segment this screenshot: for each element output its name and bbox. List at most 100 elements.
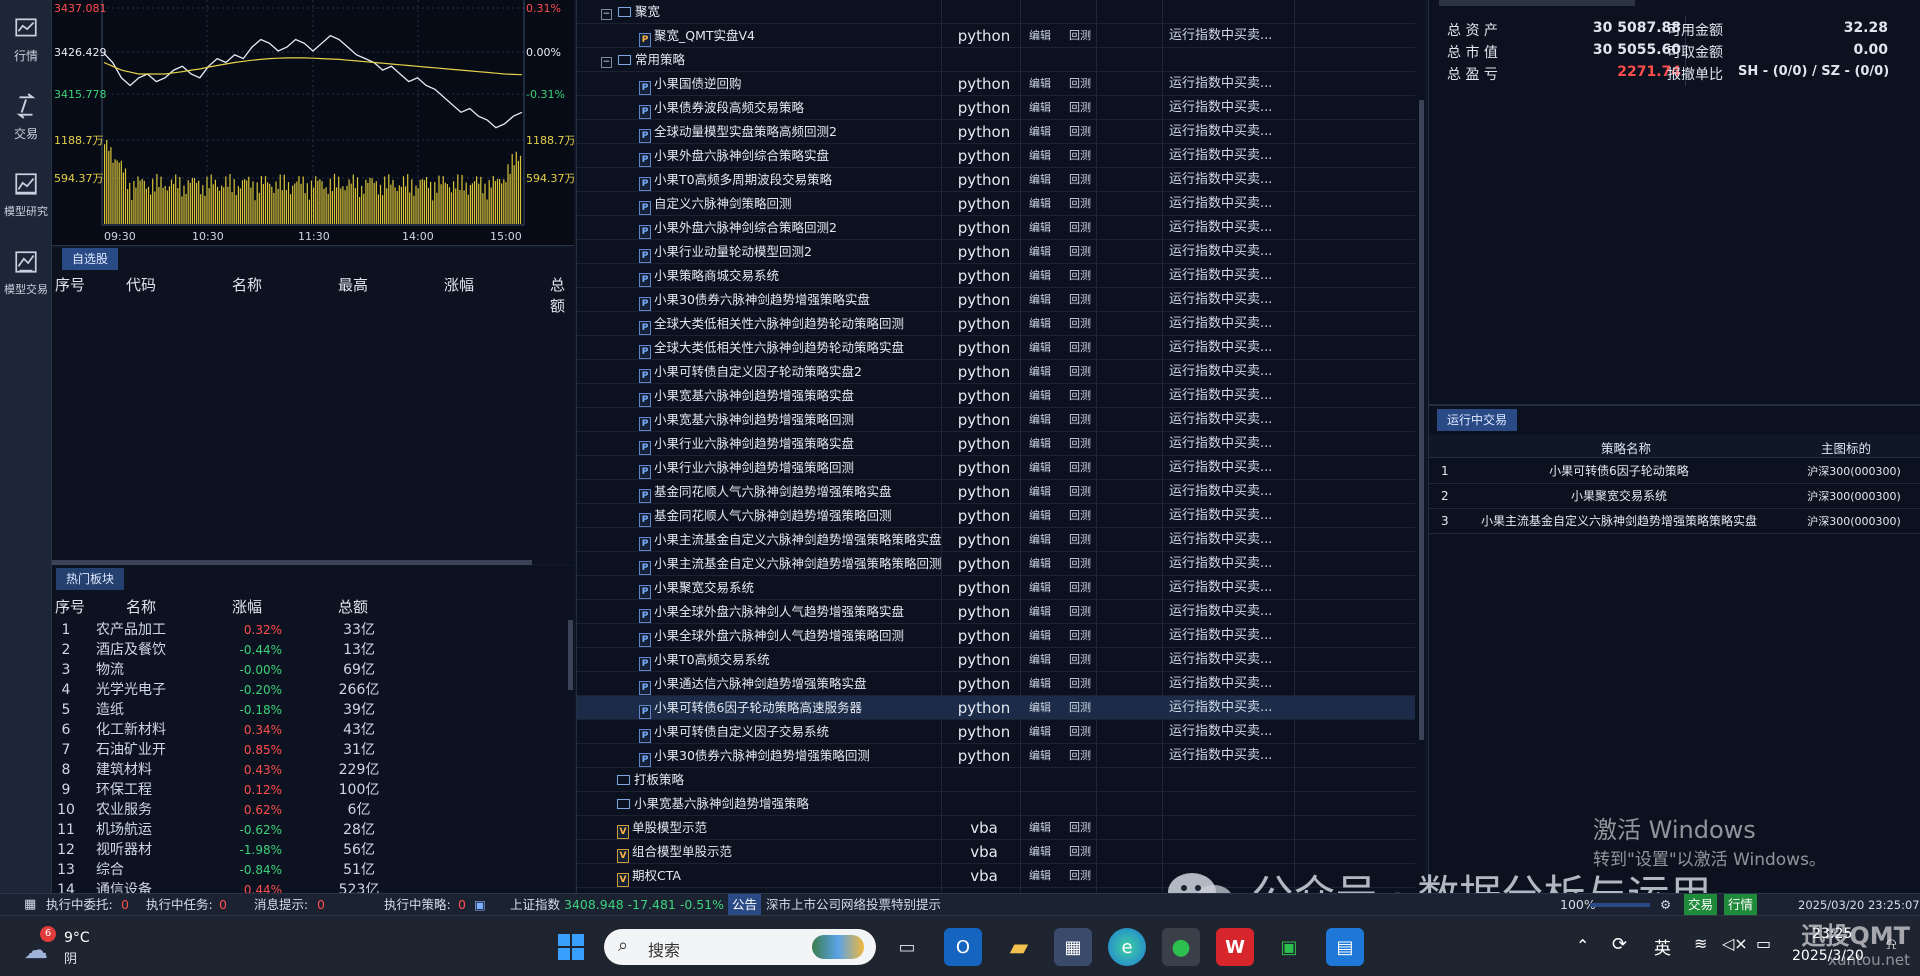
backtest-button[interactable]: 回测 [1069,120,1091,144]
edit-button[interactable]: 编辑 [1029,696,1051,720]
watchlist-scrollbar[interactable] [52,560,532,565]
hot-sector-row[interactable]: 8 建筑材料 0.43% 229亿 [52,760,562,780]
edit-button[interactable]: 编辑 [1029,408,1051,432]
edit-button[interactable]: 编辑 [1029,648,1051,672]
edit-button[interactable]: 编辑 [1029,360,1051,384]
hot-sector-row[interactable]: 11 机场航运 -0.62% 28亿 [52,820,562,840]
edit-button[interactable]: 编辑 [1029,864,1051,888]
strategy-row[interactable]: P 小果可转债6因子轮动策略高速服务器 python 编辑 回测 运行指数中买卖... [577,696,1415,720]
edit-button[interactable]: 编辑 [1029,24,1051,48]
col-amount[interactable]: 总额 [550,274,574,316]
edit-button[interactable]: 编辑 [1029,576,1051,600]
nav-model-trade[interactable]: 模型交易 [0,234,52,312]
status-grid-icon[interactable]: ▦ [24,894,36,916]
strategy-row[interactable]: P 小果聚宽交易系统 python 编辑 回测 运行指数中买卖... [577,576,1415,600]
strategy-row[interactable]: P 小果策略商城交易系统 python 编辑 回测 运行指数中买卖... [577,264,1415,288]
tab-hot-sectors[interactable]: 热门板块 [56,568,125,590]
qmt-app-icon[interactable]: ▤ [1326,928,1364,966]
edit-button[interactable]: 编辑 [1029,216,1051,240]
strategy-row[interactable]: P 小果可转债自定义因子交易系统 python 编辑 回测 运行指数中买卖... [577,720,1415,744]
taskbar-search[interactable]: ⌕ 搜索 [604,929,876,965]
backtest-button[interactable]: 回测 [1069,576,1091,600]
strategy-monitor-icon[interactable]: ▣ [474,894,486,916]
running-trade-row[interactable]: 1 小果可转债6因子轮动策略 沪深300(000300) [1429,459,1920,484]
intraday-chart[interactable]: 3437.081 3426.429 3415.778 1188.7万 594.3… [52,0,576,246]
col-index[interactable]: 序号 [55,274,85,295]
col-name[interactable]: 名称 [126,596,156,617]
edit-button[interactable]: 编辑 [1029,624,1051,648]
backtest-button[interactable]: 回测 [1069,72,1091,96]
backtest-button[interactable]: 回测 [1069,624,1091,648]
strategy-row[interactable]: P 小果30债券六脉神剑趋势增强策略实盘 python 编辑 回测 运行指数中买卖... [577,288,1415,312]
strategy-row[interactable]: P 小果宽基六脉神剑趋势增强策略实盘 python 编辑 回测 运行指数中买卖... [577,384,1415,408]
status-market-badge[interactable]: 行情 [1724,894,1758,916]
strategy-row[interactable]: P 全球动量模型实盘策略高频回测2 python 编辑 回测 运行指数中买卖... [577,120,1415,144]
edit-button[interactable]: 编辑 [1029,168,1051,192]
volume-muted-icon[interactable]: ◁× [1722,934,1748,953]
edit-button[interactable]: 编辑 [1029,312,1051,336]
strategy-row[interactable]: P 小果可转债自定义因子轮动策略实盘2 python 编辑 回测 运行指数中买卖... [577,360,1415,384]
monitor-app-icon[interactable]: ▣ [1270,928,1308,966]
backtest-button[interactable]: 回测 [1069,336,1091,360]
strategy-row[interactable]: P 自定义六脉神剑策略回测 python 编辑 回测 运行指数中买卖... [577,192,1415,216]
tab-running-trades[interactable]: 运行中交易 [1437,409,1518,431]
col-strategy-name[interactable]: 策略名称 [1601,438,1651,457]
strategy-row[interactable]: P 基金同花顺人气六脉神剑趋势增强策略回测 python 编辑 回测 运行指数中买卖... [577,504,1415,528]
input-language[interactable]: 英 [1654,934,1671,959]
edit-button[interactable]: 编辑 [1029,840,1051,864]
backtest-button[interactable]: 回测 [1069,720,1091,744]
strategy-row[interactable]: 小果宽基六脉神剑趋势增强策略 [577,792,1415,816]
strategy-row[interactable]: V 单股模型示范 vba 编辑 回测 [577,816,1415,840]
start-button[interactable] [552,928,590,966]
strategy-row[interactable]: P 基金同花顺人气六脉神剑趋势增强策略实盘 python 编辑 回测 运行指数中买卖... [577,480,1415,504]
outlook-icon[interactable]: O [944,928,982,966]
collapse-minus-icon[interactable]: − [601,57,612,68]
backtest-button[interactable]: 回测 [1069,408,1091,432]
strategy-row[interactable]: P 小果全球外盘六脉神剑人气趋势增强策略实盘 python 编辑 回测 运行指数中买卖..… [577,600,1415,624]
edge-icon[interactable]: e [1108,928,1146,966]
strategy-scrollbar[interactable] [1419,100,1424,740]
hot-sector-row[interactable]: 6 化工新材料 0.34% 43亿 [52,720,562,740]
backtest-button[interactable]: 回测 [1069,456,1091,480]
strategy-row[interactable]: P 聚宽_QMT实盘V4 python 编辑 回测 运行指数中买卖... [577,24,1415,48]
backtest-button[interactable]: 回测 [1069,264,1091,288]
wechat-app-icon[interactable]: ● [1162,928,1200,966]
edit-button[interactable]: 编辑 [1029,192,1051,216]
hot-sector-row[interactable]: 12 视听器材 -1.98% 56亿 [52,840,562,860]
backtest-button[interactable]: 回测 [1069,216,1091,240]
backtest-button[interactable]: 回测 [1069,648,1091,672]
strategy-row[interactable]: P 小果主流基金自定义六脉神剑趋势增强策略策略实盘 python 编辑 回测 运行指数中买… [577,528,1415,552]
edit-button[interactable]: 编辑 [1029,456,1051,480]
backtest-button[interactable]: 回测 [1069,96,1091,120]
edit-button[interactable]: 编辑 [1029,72,1051,96]
col-amount[interactable]: 总额 [338,596,368,617]
backtest-button[interactable]: 回测 [1069,360,1091,384]
edit-button[interactable]: 编辑 [1029,288,1051,312]
strategy-row[interactable]: P 全球大类低相关性六脉神剑趋势轮动策略回测 python 编辑 回测 运行指数中买卖..… [577,312,1415,336]
edit-button[interactable]: 编辑 [1029,480,1051,504]
edit-button[interactable]: 编辑 [1029,240,1051,264]
edit-button[interactable]: 编辑 [1029,336,1051,360]
weather-widget[interactable]: ☁ 6 9°C 阴 [20,926,110,968]
strategy-group-row[interactable]: − 聚宽 [577,0,1415,24]
col-change[interactable]: 涨幅 [444,274,474,295]
strategy-row[interactable]: P 小果主流基金自定义六脉神剑趋势增强策略策略回测 python 编辑 回测 运行指数中买… [577,552,1415,576]
nav-market[interactable]: 行情 [0,0,52,78]
wps-icon[interactable]: W [1216,928,1254,966]
hot-sector-row[interactable]: 1 农产品加工 0.32% 33亿 [52,620,562,640]
running-trade-row[interactable]: 3 小果主流基金自定义六脉神剑趋势增强策略策略实盘 沪深300(000300) [1429,509,1920,534]
hot-sector-row[interactable]: 14 通信设备 0.44% 523亿 [52,880,562,893]
edit-button[interactable]: 编辑 [1029,816,1051,840]
backtest-button[interactable]: 回测 [1069,696,1091,720]
backtest-button[interactable]: 回测 [1069,672,1091,696]
edit-button[interactable]: 编辑 [1029,672,1051,696]
backtest-button[interactable]: 回测 [1069,240,1091,264]
nav-trade[interactable]: 交易 [0,78,52,156]
edit-button[interactable]: 编辑 [1029,432,1051,456]
tray-sync-icon[interactable]: ⟳ [1612,934,1627,955]
backtest-button[interactable]: 回测 [1069,144,1091,168]
backtest-button[interactable]: 回测 [1069,168,1091,192]
running-trade-row[interactable]: 2 小果聚宽交易系统 沪深300(000300) [1429,484,1920,509]
col-name[interactable]: 名称 [232,274,262,295]
backtest-button[interactable]: 回测 [1069,480,1091,504]
